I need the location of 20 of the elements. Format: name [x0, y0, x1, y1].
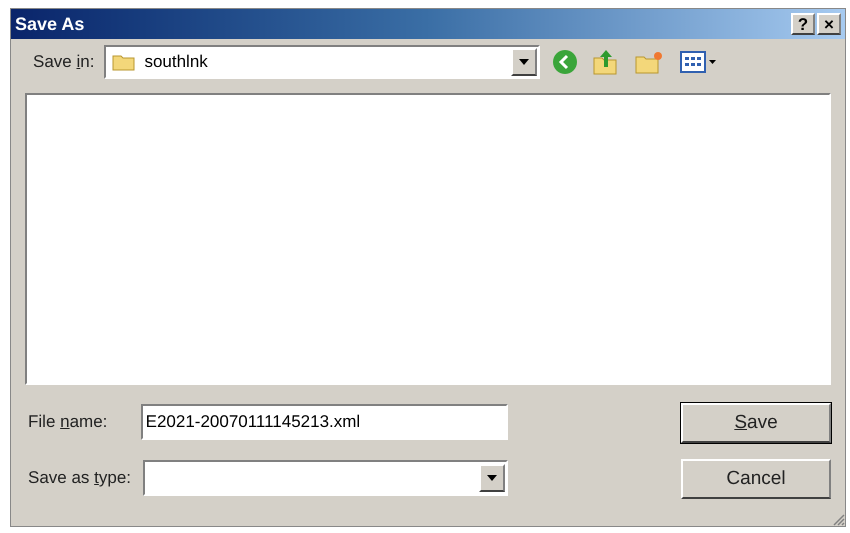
up-folder-icon[interactable]	[592, 48, 618, 76]
save-in-label: Save in:	[33, 51, 94, 74]
save-as-type-label: Save as type:	[28, 467, 132, 490]
cancel-button[interactable]: Cancel	[681, 459, 831, 499]
dropdown-button[interactable]	[479, 464, 505, 492]
caret-icon	[487, 475, 497, 481]
resize-grip-icon[interactable]	[831, 512, 845, 526]
help-button[interactable]: ?	[791, 13, 815, 35]
file-name-label: File name:	[28, 411, 108, 434]
folder-dropdown[interactable]: southlnk	[104, 45, 540, 79]
window-title: Save As	[15, 12, 86, 36]
view-menu-icon[interactable]	[680, 50, 718, 74]
file-name-field[interactable]: E2021-20070111145213.xml	[140, 404, 508, 440]
folder-name: southlnk	[144, 51, 209, 74]
new-folder-icon[interactable]	[634, 49, 664, 75]
save-button[interactable]: Save	[681, 403, 831, 443]
close-button[interactable]: ×	[817, 13, 841, 35]
file-type-dropdown[interactable]	[143, 460, 508, 496]
dropdown-button[interactable]	[511, 48, 538, 76]
caret-icon	[519, 59, 530, 65]
